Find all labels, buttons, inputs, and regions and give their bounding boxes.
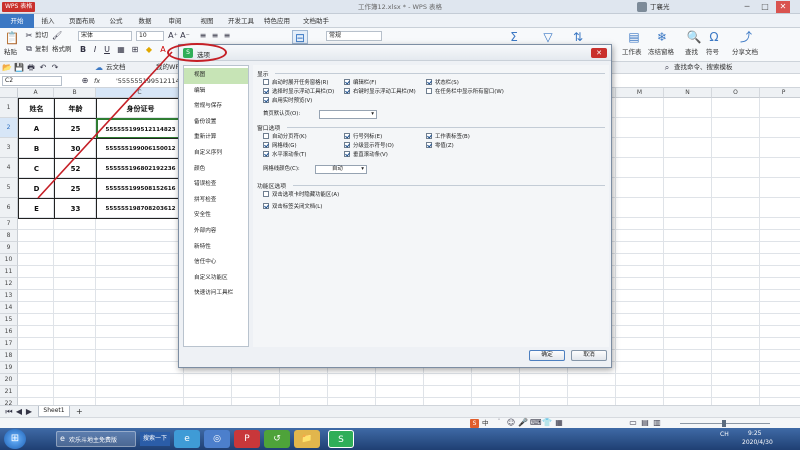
- annotation-arrow: [37, 51, 173, 199]
